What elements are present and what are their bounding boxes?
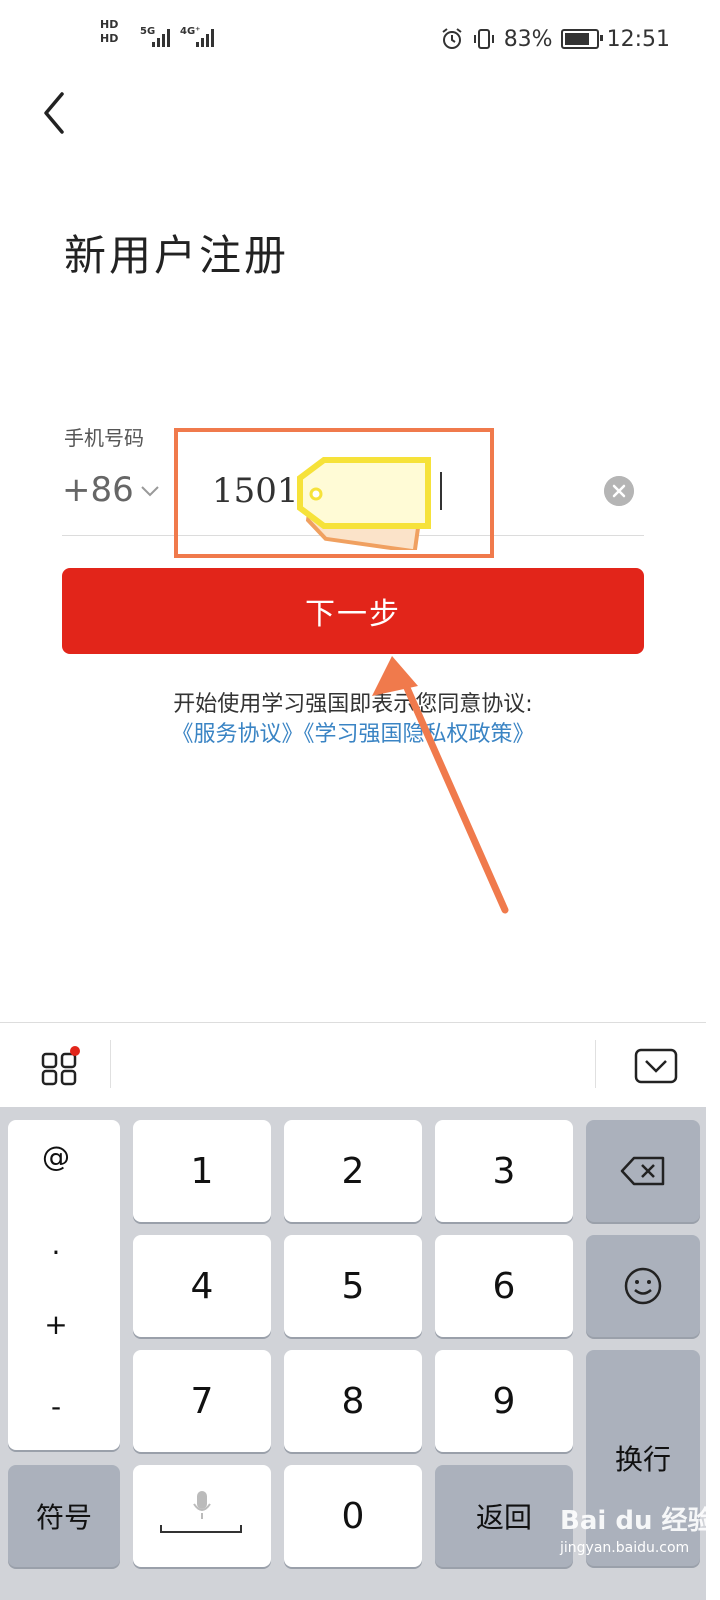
clear-input-icon[interactable] <box>604 476 634 506</box>
symbol-key-dot[interactable]: . <box>0 1228 112 1261</box>
symbols-key[interactable]: 符号 <box>8 1465 120 1567</box>
symbol-key-at[interactable]: @ <box>0 1140 112 1173</box>
symbol-key-plus[interactable]: + <box>0 1308 112 1341</box>
battery-percent: 83% <box>503 26 553 52</box>
keyboard-toolbar <box>0 1022 706 1108</box>
status-right: 83% 12:51 <box>440 24 670 54</box>
clock-time: 12:51 <box>606 26 670 52</box>
emoji-key[interactable] <box>586 1235 700 1337</box>
signal-icon-2 <box>196 29 214 47</box>
backspace-icon <box>620 1156 665 1186</box>
country-code-selector[interactable]: +86 <box>62 470 134 510</box>
return-key[interactable]: 返回 <box>435 1465 573 1567</box>
battery-icon <box>560 29 603 49</box>
watermark-logo: Bai du 经验 <box>560 1506 714 1536</box>
vibrate-icon <box>473 29 494 49</box>
next-button[interactable]: 下一步 <box>62 568 644 654</box>
key-1[interactable]: 1 <box>133 1120 271 1222</box>
toolbar-divider <box>595 1040 596 1088</box>
tag-sticker-icon <box>297 457 431 550</box>
key-5[interactable]: 5 <box>284 1235 422 1337</box>
keyboard-hide-icon[interactable] <box>634 1048 678 1084</box>
key-0[interactable]: 0 <box>284 1465 422 1567</box>
page-title: 新用户注册 <box>64 231 290 280</box>
space-bar-glyph <box>160 1525 242 1533</box>
chevron-down-icon[interactable] <box>140 484 160 498</box>
symbol-key-minus[interactable]: - <box>0 1390 112 1423</box>
hd-label-1: HD <box>100 18 119 31</box>
agreement-text: 开始使用学习强国即表示您同意协议: <box>173 692 533 717</box>
privacy-policy-link[interactable]: 《学习强国隐私权政策》 <box>304 722 535 747</box>
key-8[interactable]: 8 <box>284 1350 422 1452</box>
alarm-icon <box>442 28 462 49</box>
signal-icon <box>152 29 170 47</box>
keyboard-apps-icon[interactable] <box>40 1046 80 1086</box>
phone-label: 手机号码 <box>64 426 144 450</box>
watermark-url: jingyan.baidu.com <box>560 1540 690 1556</box>
key-7[interactable]: 7 <box>133 1350 271 1452</box>
toolbar-divider <box>110 1040 111 1088</box>
back-icon[interactable] <box>38 88 78 138</box>
key-2[interactable]: 2 <box>284 1120 422 1222</box>
service-agreement-link[interactable]: 《服务协议》 <box>171 722 303 747</box>
key-9[interactable]: 9 <box>435 1350 573 1452</box>
backspace-key[interactable] <box>586 1120 700 1222</box>
microphone-icon <box>193 1491 211 1519</box>
key-4[interactable]: 4 <box>133 1235 271 1337</box>
hd-label-2: HD <box>100 32 119 45</box>
key-3[interactable]: 3 <box>435 1120 573 1222</box>
hd-indicator: HD HD <box>100 18 118 46</box>
agreement-links: 《服务协议》《学习强国隐私权政策》 <box>0 716 706 748</box>
key-6[interactable]: 6 <box>435 1235 573 1337</box>
smiley-icon <box>624 1267 662 1305</box>
